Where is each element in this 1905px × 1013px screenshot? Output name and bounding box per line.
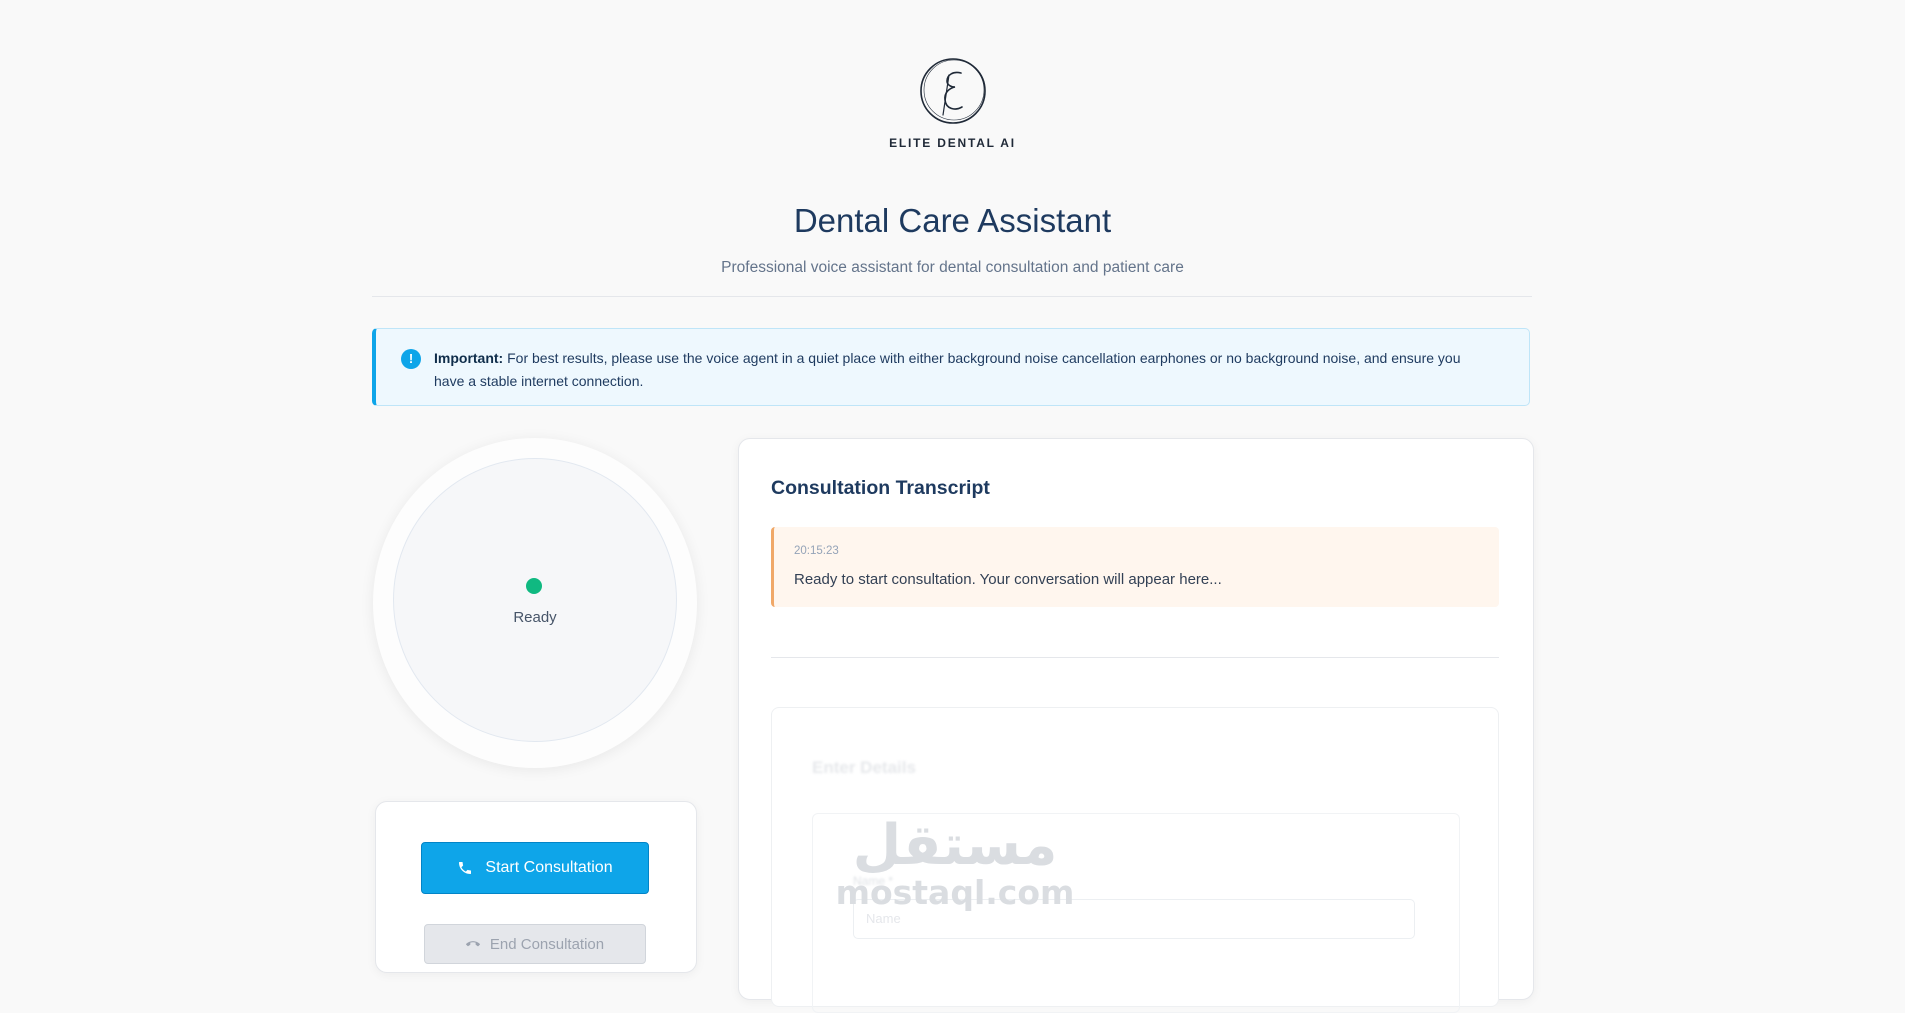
- important-notice: ! Important: For best results, please us…: [372, 328, 1530, 406]
- status-label: Ready: [513, 609, 557, 626]
- status-indicator-dot: [526, 578, 542, 594]
- page-subtitle: Professional voice assistant for dental …: [721, 259, 1184, 276]
- details-form-title: Enter Details: [812, 758, 916, 777]
- notice-text: Important: For best results, please use …: [434, 347, 1489, 393]
- start-consultation-button[interactable]: Start Consultation: [421, 842, 649, 894]
- message-timestamp: 20:15:23: [794, 545, 839, 557]
- notice-label: Important:: [434, 350, 504, 366]
- watermark-arabic: مستقل: [852, 813, 1058, 878]
- start-consultation-label: Start Consultation: [485, 859, 613, 876]
- brand-logo: ELITE DENTAL AI: [0, 55, 1905, 150]
- transcript-message: 20:15:23 Ready to start consultation. Yo…: [771, 527, 1499, 607]
- end-consultation-button[interactable]: End Consultation: [424, 924, 646, 964]
- notice-body: For best results, please use the voice a…: [434, 350, 1461, 389]
- consultation-controls: Start Consultation End Consultation: [375, 801, 697, 973]
- voice-status-inner: Ready: [393, 458, 677, 742]
- watermark: مستقل mostaql.com: [835, 813, 1075, 912]
- phone-end-icon: [465, 941, 480, 947]
- page-title: Dental Care Assistant: [793, 202, 1112, 239]
- phone-icon: [459, 862, 472, 874]
- info-icon: !: [401, 349, 421, 369]
- brand-name: ELITE DENTAL AI: [889, 136, 1016, 150]
- header-divider: [372, 296, 1532, 297]
- end-consultation-label: End Consultation: [489, 935, 605, 953]
- transcript-title: Consultation Transcript: [771, 477, 990, 499]
- transcript-panel: Consultation Transcript 20:15:23 Ready t…: [738, 438, 1534, 1013]
- watermark-latin: mostaql.com: [835, 873, 1075, 912]
- transcript-divider: [771, 657, 1499, 658]
- message-text: Ready to start consultation. Your conver…: [794, 571, 1222, 588]
- logo-mark: [919, 58, 986, 124]
- voice-status-orb: Ready: [373, 438, 697, 768]
